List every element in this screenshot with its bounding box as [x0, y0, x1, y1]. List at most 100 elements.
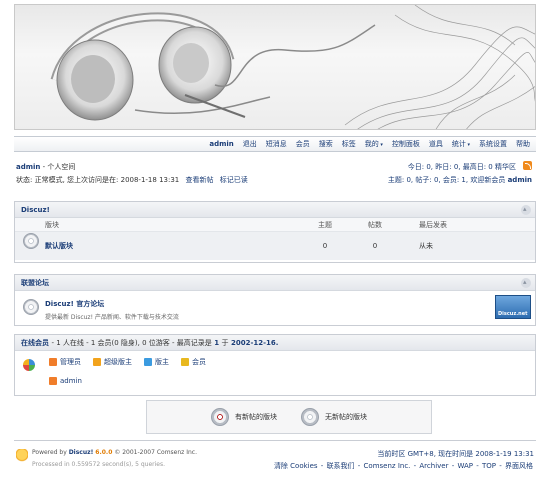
moderator-icon	[144, 358, 152, 366]
footer: Powered by Discuz! 6.0.0 © 2001-2007 Com…	[14, 440, 536, 480]
nav-item-logout[interactable]: 退出	[243, 139, 257, 149]
rss-icon[interactable]	[523, 161, 532, 170]
online-body: 管理员 超级版主 版主 会员 admin	[15, 351, 535, 395]
legend-label: 超级版主	[104, 358, 132, 366]
category-header: Discuz!	[15, 201, 535, 218]
legend-none-label: 无新帖的版块	[325, 413, 367, 421]
user-info: admin - 个人空间 状态: 正常模式, 您上次访问是在: 2008-1-1…	[14, 160, 536, 186]
last-post: 从未	[419, 242, 433, 250]
server-time: 当前时区 GMT+8, 现在时间是 2008-1-19 13:31	[377, 450, 534, 458]
product-link[interactable]: Discuz!	[69, 449, 94, 456]
category-title[interactable]: Discuz!	[21, 206, 50, 214]
online-box: 在线会员 - 1 人在线 - 1 会员(0 隐身), 0 位游客 - 最高记录是…	[14, 334, 536, 396]
nav-item-my[interactable]: 我的	[365, 139, 383, 149]
forum-link[interactable]: 默认版块	[45, 242, 73, 250]
powered-text: Powered by	[32, 449, 67, 456]
super-moderator-icon	[93, 358, 101, 366]
online-summary: - 1 人在线 - 1 会员(0 隐身), 0 位游客 - 最高记录是	[51, 339, 212, 347]
legend-none: 无新帖的版块	[301, 408, 367, 426]
no-new-posts-icon	[23, 233, 39, 249]
wap-link[interactable]: WAP	[457, 462, 473, 470]
admin-icon	[49, 377, 57, 385]
forum-category-box: Discuz! 版块 主题 帖数 最后发表 默认版块 0 0 从未	[14, 201, 536, 263]
digest-link[interactable]: 精华区	[495, 163, 516, 171]
online-max: 1	[214, 339, 220, 347]
nav-item-stats[interactable]: 统计	[452, 139, 470, 149]
legend-mod: 版主	[144, 357, 169, 367]
no-new-posts-icon	[301, 408, 319, 426]
comsenz-link[interactable]: Comsenz Inc.	[364, 462, 411, 470]
nav-item-help[interactable]: 帮助	[516, 139, 530, 149]
online-date: 2002-12-16.	[230, 339, 279, 347]
online-at: 于	[221, 339, 229, 347]
legend-label: 会员	[192, 358, 206, 366]
contact-link[interactable]: 联系我们	[327, 462, 355, 470]
today-stats: 今日: 0, 昨日: 0, 最高日: 0 精华区	[408, 162, 516, 172]
nav-item-settings[interactable]: 系统设置	[479, 139, 507, 149]
legend-member: 会员	[181, 357, 206, 367]
lightbulb-icon	[16, 449, 28, 463]
online-user: admin	[49, 377, 82, 385]
mark-read-link[interactable]: 标记已读	[220, 176, 248, 184]
totals-text: 主题: 0, 帖子: 0, 会员: 1, 欢迎新会员	[387, 176, 506, 184]
alliance-link[interactable]: Discuz! 官方论坛	[45, 299, 535, 309]
nav-item-control-panel[interactable]: 控制面板	[392, 139, 420, 149]
alliance-header: 联盟论坛	[15, 274, 535, 291]
topics-count: 0	[322, 242, 328, 250]
clear-cookies-link[interactable]: 清除 Cookies	[274, 462, 318, 470]
style-select[interactable]: 界面风格	[505, 462, 533, 470]
user-line: admin - 个人空间	[16, 162, 75, 172]
legend-label: 版主	[155, 358, 169, 366]
nav-item-tags[interactable]: 标签	[342, 139, 356, 149]
online-globe-icon	[23, 359, 35, 371]
col-posts: 帖数	[368, 221, 382, 229]
today-stats-text: 今日: 0, 昨日: 0, 最高日: 0	[407, 163, 493, 171]
newest-member-link[interactable]: admin	[508, 176, 532, 184]
discuz-logo[interactable]: Discuz.net	[495, 295, 531, 319]
collapse-icon[interactable]	[521, 274, 531, 290]
col-last-post: 最后发表	[419, 221, 447, 229]
group-legend: 管理员 超级版主 版主 会员	[49, 357, 218, 367]
archiver-link[interactable]: Archiver	[419, 462, 448, 470]
col-topics: 主题	[318, 221, 332, 229]
new-posts-icon	[211, 408, 229, 426]
member-icon	[181, 358, 189, 366]
legend-admin: 管理员	[49, 357, 81, 367]
status-line: 状态: 正常模式, 您上次访问是在: 2008-1-18 13:31 查看新帖 …	[16, 175, 248, 185]
header-banner[interactable]	[14, 4, 536, 130]
legend-new: 有新帖的版块	[211, 408, 277, 426]
nav-item-search[interactable]: 搜索	[319, 139, 333, 149]
alliance-box: 联盟论坛 Discuz! 官方论坛 提供最新 Discuz! 产品新闻、软件下载…	[14, 274, 536, 326]
nav-item-tools[interactable]: 道具	[429, 139, 443, 149]
online-title[interactable]: 在线会员	[21, 339, 49, 347]
nav-item-members[interactable]: 会员	[296, 139, 310, 149]
footer-links: 清除 Cookies - 联系我们 - Comsenz Inc. - Archi…	[273, 462, 533, 470]
nav-item-messages[interactable]: 短消息	[266, 139, 287, 149]
processed-info: Processed in 0.559572 second(s), 5 queri…	[32, 461, 165, 468]
legend-new-label: 有新帖的版块	[235, 413, 277, 421]
alliance-body: Discuz! 官方论坛 提供最新 Discuz! 产品新闻、软件下载与技术交流…	[15, 291, 535, 325]
view-new-link[interactable]: 查看新帖	[185, 176, 213, 184]
headphones-illustration	[50, 5, 535, 129]
nav-item-admin[interactable]: admin	[209, 140, 233, 148]
online-header: 在线会员 - 1 人在线 - 1 会员(0 隐身), 0 位游客 - 最高记录是…	[15, 335, 535, 351]
admin-icon	[49, 358, 57, 366]
space-link[interactable]: - 个人空间	[43, 163, 76, 171]
status-text: 状态: 正常模式, 您上次访问是在: 2008-1-18 13:31	[16, 176, 180, 184]
alliance-desc: 提供最新 Discuz! 产品新闻、软件下载与技术交流	[45, 314, 179, 321]
col-forum: 版块	[45, 221, 59, 229]
collapse-icon[interactable]	[521, 201, 531, 217]
posts-count: 0	[372, 242, 378, 250]
icon-legend: 有新帖的版块 无新帖的版块	[146, 400, 432, 434]
forum-cell: 默认版块	[15, 233, 305, 251]
table-header: 版块 主题 帖数 最后发表	[15, 218, 535, 232]
discuz-logo-text: Discuz.net	[498, 311, 528, 317]
forum-icon	[23, 299, 39, 315]
username-link[interactable]: admin	[16, 163, 40, 171]
table-row: 默认版块 0 0 从未	[15, 232, 535, 260]
totals-stats: 主题: 0, 帖子: 0, 会员: 1, 欢迎新会员 admin	[388, 175, 532, 185]
legend-label: 管理员	[60, 358, 81, 366]
online-user-link[interactable]: admin	[60, 377, 82, 385]
top-link[interactable]: TOP	[482, 462, 496, 470]
top-nav: admin 退出 短消息 会员 搜索 标签 我的 控制面板 道具 统计 系统设置…	[14, 136, 536, 152]
